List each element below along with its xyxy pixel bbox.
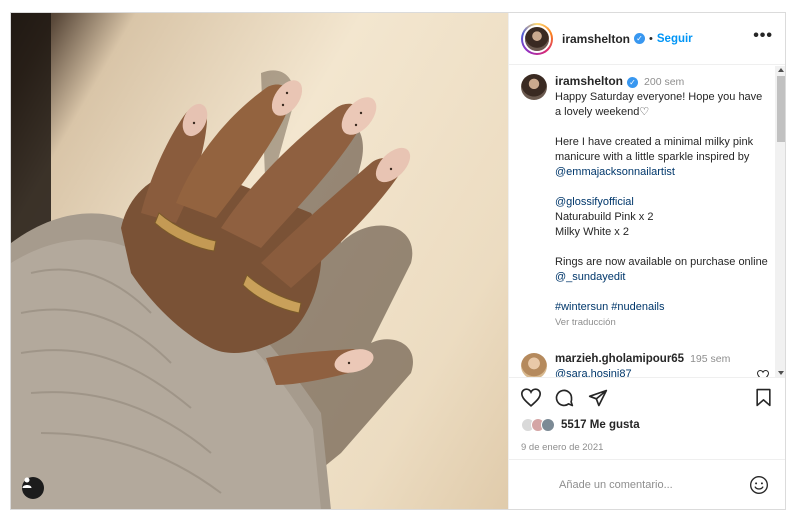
comment-item: marzieh.gholamipour65 195 sem @sara.hosin… (521, 352, 771, 377)
mention-link[interactable]: @_sundayedit (555, 271, 626, 283)
author-username[interactable]: iramshelton (562, 32, 630, 46)
caption-paragraph: @glossifyofficial Naturabuild Pink x 2 M… (555, 195, 771, 240)
add-comment-bar (509, 459, 785, 509)
post-header: iramshelton ✓ • Seguir ••• (509, 13, 785, 65)
comment-like-heart-icon[interactable] (757, 370, 769, 377)
caption-author-avatar[interactable] (521, 74, 547, 100)
verified-icon: ✓ (627, 77, 639, 88)
caption-line: Naturabuild Pink x 2 (555, 211, 654, 223)
liker-avatar[interactable] (541, 418, 555, 432)
caption-line: Rings are now available on purchase onli… (555, 256, 768, 268)
comment-icon[interactable] (554, 388, 574, 408)
heart-icon[interactable] (521, 388, 541, 407)
user-tag-icon[interactable] (22, 477, 44, 499)
post-modal: iramshelton ✓ • Seguir ••• iramshelton ✓ 2… (10, 12, 786, 510)
caption-paragraph: Here I have created a minimal milky pink… (555, 135, 771, 180)
share-icon[interactable] (588, 388, 608, 408)
post-image[interactable] (11, 13, 508, 509)
caption: iramshelton ✓ 200 sem Happy Saturday every… (521, 74, 771, 330)
post-date[interactable]: 9 de enero de 2021 (521, 442, 603, 453)
hashtag-link[interactable]: #wintersun (555, 301, 608, 313)
hand-photo-illustration (11, 13, 413, 509)
more-icon[interactable]: ••• (753, 28, 773, 44)
caption-author[interactable]: iramshelton (555, 74, 623, 88)
caption-line: Happy Saturday everyone! Hope you have a… (555, 91, 763, 118)
caption-paragraph: Rings are now available on purchase onli… (555, 255, 771, 285)
hashtag-link[interactable]: #nudenails (611, 301, 664, 313)
action-bar: 5517 Me gusta 9 de enero de 2021 (509, 377, 785, 459)
caption-time[interactable]: 200 sem (644, 76, 684, 88)
caption-line: Here I have created a minimal milky pink… (555, 136, 754, 163)
bookmark-icon[interactable] (755, 388, 772, 407)
caption-hashtags: #wintersun #nudenails (555, 300, 771, 315)
comment-time[interactable]: 195 sem (690, 353, 730, 365)
avatar-image (525, 26, 549, 51)
author-avatar[interactable] (521, 22, 553, 55)
comments-list[interactable]: iramshelton ✓ 200 sem Happy Saturday every… (509, 66, 785, 377)
emoji-icon[interactable] (749, 475, 769, 495)
post-side-panel: iramshelton ✓ • Seguir ••• iramshelton ✓ 2… (508, 13, 785, 509)
likes-summary: 5517 Me gusta (521, 418, 640, 432)
mention-link[interactable]: @glossifyofficial (555, 195, 771, 210)
follow-button[interactable]: Seguir (657, 33, 693, 45)
translate-link[interactable]: Ver traducción (555, 315, 771, 330)
separator-dot: • (649, 32, 653, 45)
scroll-down-arrow-icon[interactable] (778, 371, 784, 375)
commenter-username[interactable]: marzieh.gholamipour65 (555, 353, 684, 365)
scroll-up-arrow-icon[interactable] (778, 68, 784, 72)
comment-input[interactable] (559, 479, 739, 491)
verified-icon: ✓ (634, 33, 646, 44)
mention-link[interactable]: @sara.hosini87 (555, 367, 771, 377)
likes-count[interactable]: 5517 Me gusta (561, 419, 640, 431)
commenter-avatar[interactable] (521, 353, 547, 377)
scrollbar[interactable] (775, 66, 785, 377)
scrollbar-thumb[interactable] (777, 76, 785, 142)
mention-link[interactable]: @emmajacksonnailartist (555, 166, 675, 178)
caption-line: Milky White x 2 (555, 226, 629, 238)
